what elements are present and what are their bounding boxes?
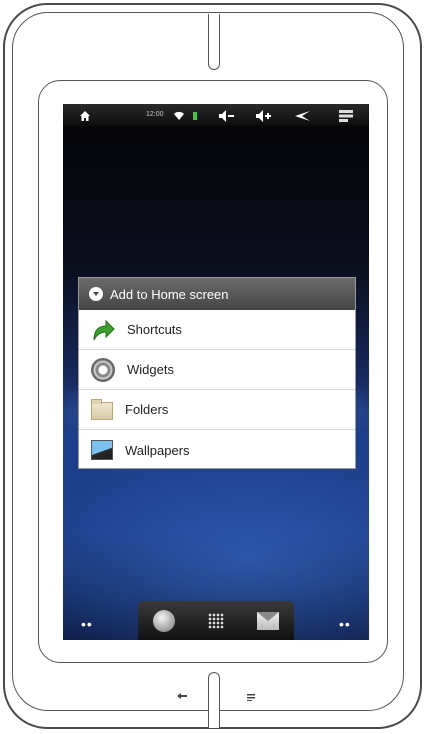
app-drawer-grid-icon	[208, 612, 224, 629]
menu-item-widgets[interactable]: Widgets	[79, 350, 355, 390]
menu-item-shortcuts[interactable]: Shortcuts	[79, 310, 355, 350]
bottom-slot	[208, 672, 220, 728]
clock: 12:00	[146, 111, 164, 118]
add-to-home-dialog: Add to Home screen Shortcuts Widgets Fol…	[78, 277, 356, 469]
menu-icon[interactable]	[339, 104, 353, 126]
back-icon[interactable]	[295, 104, 311, 126]
wallpaper-icon	[91, 440, 113, 460]
folder-icon	[91, 399, 113, 420]
home-icon[interactable]	[79, 104, 91, 126]
dialog-title-bar: Add to Home screen	[79, 278, 355, 310]
menu-item-label: Widgets	[127, 362, 174, 377]
page-indicator-left[interactable]: ••	[81, 616, 93, 632]
widget-gear-icon	[91, 357, 115, 382]
email-icon	[257, 611, 279, 630]
status-bar: 12:00	[63, 104, 369, 126]
volume-down-icon[interactable]	[219, 104, 235, 126]
menu-item-label: Shortcuts	[127, 322, 182, 337]
top-slot	[208, 14, 220, 70]
battery-icon	[193, 104, 197, 126]
page-indicator-right[interactable]: ••	[339, 616, 351, 632]
hardware-back-icon[interactable]	[176, 690, 188, 704]
menu-item-folders[interactable]: Folders	[79, 390, 355, 430]
dock	[138, 601, 294, 640]
menu-item-label: Wallpapers	[125, 442, 190, 458]
volume-up-icon[interactable]	[256, 104, 272, 126]
dock-email-button[interactable]	[253, 606, 283, 636]
browser-globe-icon	[153, 609, 175, 632]
dialog-dropdown-icon	[89, 287, 103, 301]
wifi-icon	[173, 104, 185, 126]
hardware-menu-icon[interactable]	[247, 690, 255, 704]
menu-item-label: Folders	[125, 402, 169, 417]
screen: 12:00 Add to Home screen Shortcuts Widge…	[63, 104, 369, 640]
dock-app-drawer-button[interactable]	[201, 606, 231, 636]
shortcut-arrow-icon	[91, 318, 115, 342]
dialog-title: Add to Home screen	[110, 286, 229, 302]
dock-browser-button[interactable]	[149, 606, 179, 636]
menu-item-wallpapers[interactable]: Wallpapers	[79, 430, 355, 470]
